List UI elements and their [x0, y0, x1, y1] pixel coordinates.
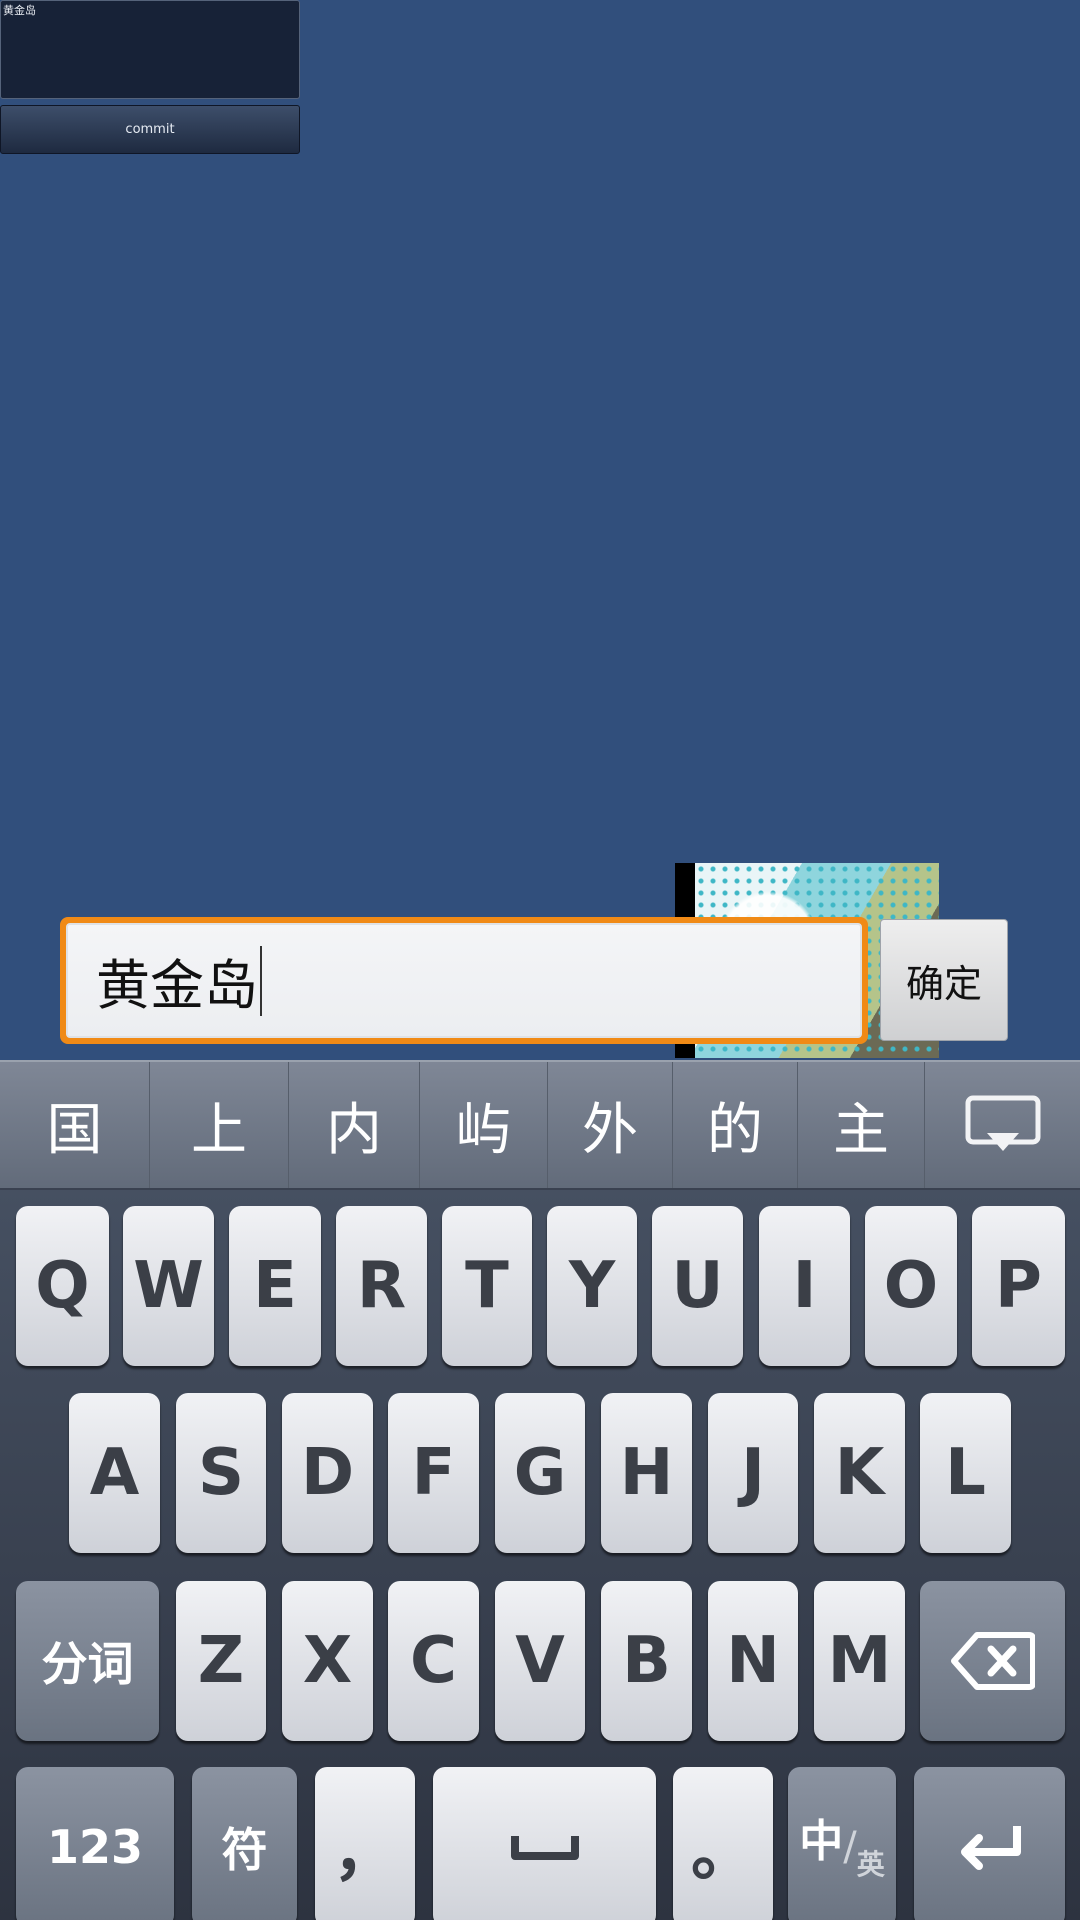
key-z[interactable]: Z: [176, 1581, 266, 1741]
language-sub-label: 英: [856, 1848, 885, 1881]
language-switch-key[interactable]: 中 / 英: [788, 1767, 896, 1920]
key-i[interactable]: I: [759, 1206, 850, 1366]
candidate-item[interactable]: 内: [289, 1062, 420, 1188]
candidate-item[interactable]: 主: [798, 1062, 925, 1188]
candidate-item[interactable]: 外: [548, 1062, 673, 1188]
key-e[interactable]: E: [229, 1206, 321, 1366]
text-input-value: 黄金岛: [96, 954, 258, 1017]
key-q[interactable]: Q: [16, 1206, 109, 1366]
period-key[interactable]: 。: [673, 1767, 773, 1920]
key-s[interactable]: S: [176, 1393, 266, 1553]
confirm-button[interactable]: 确定: [880, 919, 1008, 1041]
text-input[interactable]: 黄金岛: [66, 923, 862, 1038]
key-a[interactable]: A: [69, 1393, 160, 1553]
backspace-icon: [950, 1632, 1035, 1690]
key-y[interactable]: Y: [547, 1206, 637, 1366]
segment-key[interactable]: 分词: [16, 1581, 159, 1741]
candidate-bar: 国 上 内 屿 外 的 主: [0, 1060, 1080, 1190]
space-icon: [510, 1836, 579, 1860]
hide-keyboard-icon: [965, 1095, 1040, 1151]
symbols-key[interactable]: 符: [192, 1767, 297, 1920]
key-c[interactable]: C: [388, 1581, 479, 1741]
key-o[interactable]: O: [865, 1206, 957, 1366]
soft-keyboard: 国 上 内 屿 外 的 主 Q W E R T Y U I O P A S D …: [0, 1060, 1080, 1920]
backspace-key[interactable]: [920, 1581, 1065, 1741]
key-r[interactable]: R: [336, 1206, 427, 1366]
candidate-item[interactable]: 屿: [420, 1062, 548, 1188]
key-j[interactable]: J: [708, 1393, 798, 1553]
key-v[interactable]: V: [495, 1581, 585, 1741]
key-m[interactable]: M: [814, 1581, 905, 1741]
language-slash: /: [843, 1824, 857, 1870]
key-u[interactable]: U: [652, 1206, 743, 1366]
key-h[interactable]: H: [601, 1393, 692, 1553]
candidate-item[interactable]: 上: [150, 1062, 289, 1188]
enter-icon: [960, 1826, 1021, 1870]
comma-key[interactable]: ，: [315, 1767, 415, 1920]
key-f[interactable]: F: [388, 1393, 479, 1553]
candidate-item[interactable]: 国: [0, 1062, 150, 1188]
enter-key[interactable]: [914, 1767, 1065, 1920]
hide-keyboard-button[interactable]: [925, 1062, 1080, 1188]
candidate-item[interactable]: 的: [673, 1062, 798, 1188]
key-g[interactable]: G: [495, 1393, 585, 1553]
key-d[interactable]: D: [282, 1393, 373, 1553]
space-key[interactable]: [433, 1767, 656, 1920]
key-l[interactable]: L: [920, 1393, 1011, 1553]
top-text-area[interactable]: 黄金岛: [0, 0, 300, 99]
key-t[interactable]: T: [442, 1206, 532, 1366]
key-w[interactable]: W: [123, 1206, 214, 1366]
key-b[interactable]: B: [601, 1581, 692, 1741]
numbers-key[interactable]: 123: [16, 1767, 174, 1920]
key-p[interactable]: P: [972, 1206, 1065, 1366]
text-input-frame[interactable]: 黄金岛: [60, 917, 868, 1044]
commit-button[interactable]: commit: [0, 105, 300, 154]
key-n[interactable]: N: [708, 1581, 798, 1741]
key-k[interactable]: K: [814, 1393, 905, 1553]
language-main-label: 中: [799, 1816, 844, 1867]
key-x[interactable]: X: [282, 1581, 373, 1741]
text-caret: [260, 945, 262, 1016]
